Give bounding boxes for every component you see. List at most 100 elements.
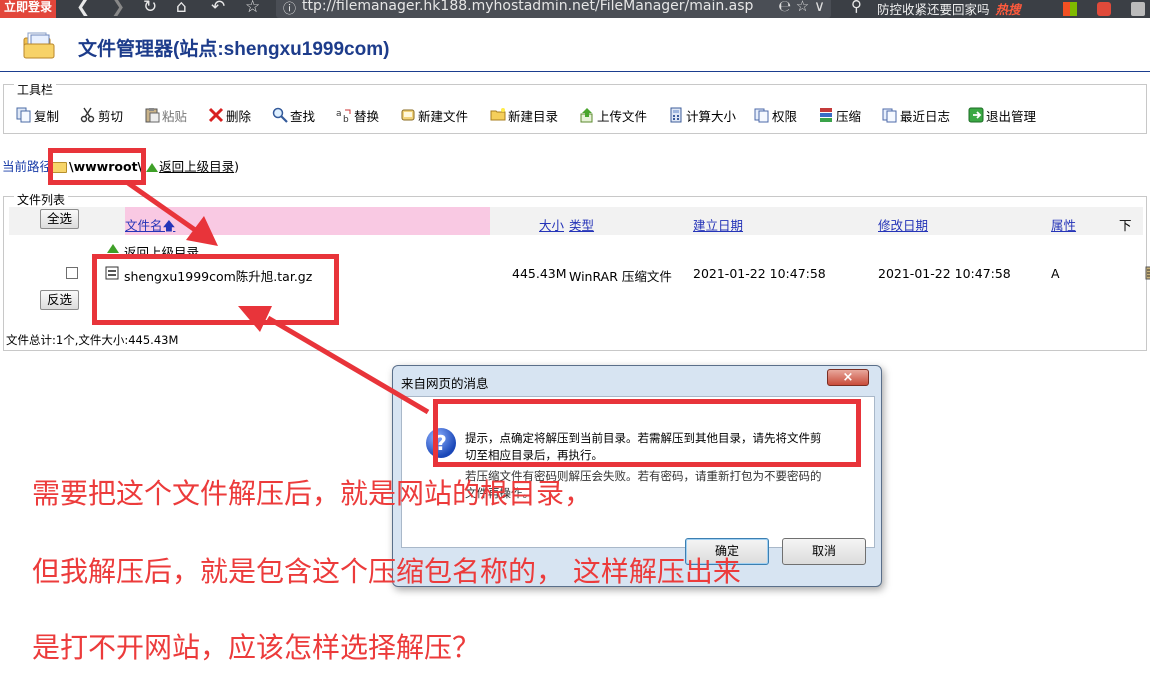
find-button[interactable]: 查找 bbox=[272, 105, 315, 125]
windows-logo-icon[interactable] bbox=[1063, 2, 1077, 16]
calculator-icon bbox=[670, 107, 682, 123]
bookmark-star-icon[interactable]: ☆ bbox=[245, 0, 260, 17]
copy-label: 复制 bbox=[34, 108, 60, 124]
address-actions-icon[interactable]: ℮ ☆ ∨ bbox=[778, 0, 825, 15]
annotation-text-2: 但我解压后，就是包含这个压缩包名称的， 这样解压出来 bbox=[32, 555, 741, 588]
forward-icon[interactable]: ❯ bbox=[111, 0, 125, 17]
delete-label: 删除 bbox=[226, 108, 252, 124]
game-icon[interactable] bbox=[1097, 2, 1111, 16]
file-list-legend: 文件列表 bbox=[14, 191, 69, 208]
size-column-header[interactable]: 大小 bbox=[539, 215, 564, 234]
file-size: 445.43M bbox=[512, 266, 567, 281]
file-attr: A bbox=[1051, 266, 1060, 281]
archive-books-icon bbox=[820, 108, 832, 122]
copy-button[interactable]: 复制 bbox=[16, 105, 59, 125]
annotation-box-path bbox=[48, 148, 146, 185]
annotation-text-1: 需要把这个文件解压后，就是网站的根目录， bbox=[32, 477, 593, 510]
file-modified: 2021-01-22 10:47:58 bbox=[878, 266, 1011, 281]
cancel-button[interactable]: 取消 bbox=[782, 538, 866, 565]
up-arrow-icon bbox=[107, 244, 119, 253]
hot-label: 热搜 bbox=[995, 2, 1021, 17]
path-label: 当前路径 bbox=[2, 159, 53, 174]
modified-column-header[interactable]: 修改日期 bbox=[878, 215, 928, 234]
go-up-link[interactable]: 返回上级目录 bbox=[159, 159, 234, 174]
file-type: WinRAR 压缩文件 bbox=[569, 269, 672, 284]
magnifier-icon bbox=[272, 107, 288, 123]
cut-label: 剪切 bbox=[98, 108, 124, 124]
find-label: 查找 bbox=[290, 108, 316, 124]
new-file-label: 新建文件 bbox=[418, 108, 469, 124]
type-column-header[interactable]: 类型 bbox=[569, 215, 594, 234]
recent-log-label: 最近日志 bbox=[900, 108, 951, 124]
permissions-button[interactable]: 权限 bbox=[754, 105, 797, 125]
exit-label: 退出管理 bbox=[986, 108, 1037, 124]
download-icon[interactable] bbox=[1145, 265, 1150, 281]
annotation-box-file bbox=[92, 254, 339, 325]
select-all-button[interactable]: 全选 bbox=[40, 209, 80, 229]
undo-icon[interactable]: ↶ bbox=[211, 0, 225, 17]
download-column-header: 下 bbox=[1119, 218, 1132, 233]
invert-selection-button[interactable]: 反选 bbox=[40, 290, 80, 310]
extension-icon[interactable] bbox=[1131, 2, 1145, 16]
created-column-header[interactable]: 建立日期 bbox=[693, 215, 743, 234]
compress-label: 压缩 bbox=[836, 108, 862, 124]
delete-x-icon bbox=[208, 107, 224, 123]
toolbar: 工具栏 复制 剪切 粘贴 删除 查找 ab 替换 新建文件 新建目录 上传文件 … bbox=[3, 81, 1147, 134]
url-text: ttp://filemanager.hk188.myhostadmin.net/… bbox=[302, 0, 754, 14]
name-column-header[interactable]: 文件名🡅 bbox=[125, 215, 175, 238]
new-folder-label: 新建目录 bbox=[508, 108, 559, 124]
calc-size-label: 计算大小 bbox=[686, 108, 737, 124]
replace-label: 替换 bbox=[354, 108, 380, 124]
calc-size-button[interactable]: 计算大小 bbox=[668, 105, 736, 125]
svg-text:a: a bbox=[336, 109, 342, 119]
back-icon[interactable]: ❮ bbox=[76, 0, 90, 17]
security-icon: ⓘ bbox=[283, 2, 297, 17]
sort-arrow-icon: 🡅 bbox=[162, 218, 176, 233]
file-summary: 文件总计:1个,文件大小:445.43M bbox=[6, 333, 179, 347]
file-manager-logo-icon bbox=[23, 32, 55, 59]
home-icon[interactable]: ⌂ bbox=[176, 0, 187, 17]
up-arrow-icon bbox=[146, 163, 159, 172]
dialog-close-button[interactable]: × bbox=[827, 369, 869, 386]
reload-icon[interactable]: ↻ bbox=[143, 0, 157, 17]
file-created: 2021-01-22 10:47:58 bbox=[693, 266, 826, 281]
paste-button[interactable]: 粘贴 bbox=[144, 105, 187, 125]
log-icon bbox=[882, 108, 897, 123]
permissions-icon bbox=[754, 108, 769, 123]
compress-button[interactable]: 压缩 bbox=[818, 105, 861, 125]
svg-text:b: b bbox=[343, 115, 349, 123]
attr-column-header[interactable]: 属性 bbox=[1051, 215, 1076, 234]
path-suffix: ) bbox=[234, 159, 240, 174]
browser-topbar: 立即登录 ❮ ❯ ↻ ⌂ ↶ ☆ ⓘ ttp://filemanager.hk1… bbox=[0, 0, 1150, 18]
annotation-text-3: 是打不开网站，应该怎样选择解压？ bbox=[32, 631, 481, 664]
permissions-label: 权限 bbox=[772, 108, 798, 124]
name-column-label: 文件名 bbox=[125, 218, 163, 233]
upload-button[interactable]: 上传文件 bbox=[579, 105, 647, 125]
upload-icon bbox=[580, 108, 593, 123]
name-header-cell bbox=[125, 207, 490, 235]
cut-button[interactable]: 剪切 bbox=[80, 105, 123, 125]
search-box[interactable]: ⚲ 防控收紧还要回家吗 热搜 bbox=[845, 0, 1055, 18]
search-text: 防控收紧还要回家吗 bbox=[877, 2, 990, 17]
replace-icon: ab bbox=[336, 109, 351, 123]
toolbar-legend: 工具栏 bbox=[14, 81, 57, 98]
new-file-button[interactable]: 新建文件 bbox=[400, 105, 468, 125]
search-icon: ⚲ bbox=[851, 0, 862, 15]
page-title: 文件管理器(站点:shengxu1999com) bbox=[78, 39, 390, 60]
paste-label: 粘贴 bbox=[162, 108, 188, 124]
copy-icon bbox=[16, 107, 31, 123]
row-checkbox[interactable] bbox=[66, 267, 78, 279]
address-bar[interactable]: ⓘ ttp://filemanager.hk188.myhostadmin.ne… bbox=[276, 0, 831, 18]
upload-label: 上传文件 bbox=[597, 108, 648, 124]
app-header: 文件管理器(站点:shengxu1999com) bbox=[0, 18, 1150, 72]
table-header: 文件名🡅 大小 类型 建立日期 修改日期 属性 下 bbox=[9, 207, 1143, 235]
new-file-icon bbox=[401, 109, 415, 121]
recent-log-button[interactable]: 最近日志 bbox=[882, 105, 950, 125]
new-folder-button[interactable]: 新建目录 bbox=[490, 105, 558, 125]
delete-button[interactable]: 删除 bbox=[208, 105, 251, 125]
annotation-box-message bbox=[433, 399, 861, 467]
exit-button[interactable]: 退出管理 bbox=[968, 105, 1036, 125]
replace-button[interactable]: ab 替换 bbox=[336, 105, 379, 125]
dialog-title: 来自网页的消息 bbox=[401, 376, 489, 391]
login-button[interactable]: 立即登录 bbox=[0, 0, 56, 18]
